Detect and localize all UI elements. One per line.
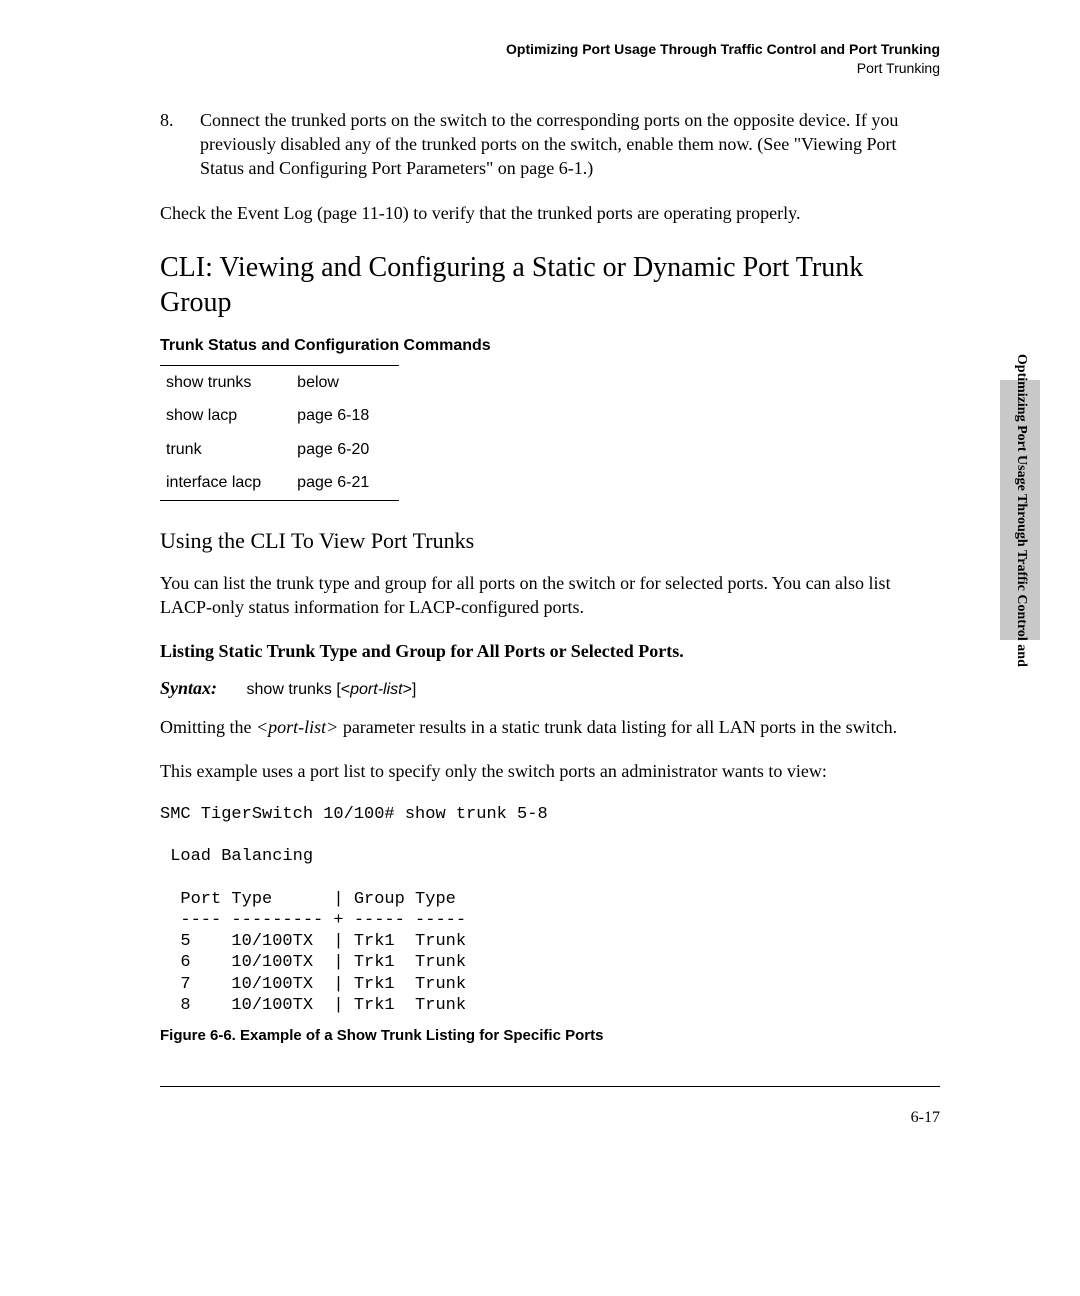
page-number: 6-17 bbox=[160, 1107, 940, 1129]
ref-cell: below bbox=[291, 365, 399, 399]
paragraph-eventlog: Check the Event Log (page 11-10) to veri… bbox=[160, 201, 940, 225]
paragraph-example: This example uses a port list to specify… bbox=[160, 759, 940, 783]
cmd-cell: show lacp bbox=[160, 399, 291, 433]
cmd-cell: show trunks bbox=[160, 365, 291, 399]
cli-output: SMC TigerSwitch 10/100# show trunk 5-8 L… bbox=[160, 804, 940, 1017]
syntax-line: Syntax: show trunks [<port-list>] bbox=[160, 676, 940, 701]
step-number: 8. bbox=[160, 108, 200, 181]
figure-caption: Figure 6-6. Example of a Show Trunk List… bbox=[160, 1026, 940, 1046]
table-row: interface lacp page 6-21 bbox=[160, 466, 399, 500]
syntax-command: show trunks [<port-list>] bbox=[247, 681, 417, 698]
table-row: show lacp page 6-18 bbox=[160, 399, 399, 433]
paragraph-listing: You can list the trunk type and group fo… bbox=[160, 571, 940, 620]
step-text: Connect the trunked ports on the switch … bbox=[200, 108, 940, 181]
bold-heading: Listing Static Trunk Type and Group for … bbox=[160, 639, 940, 663]
table-title: Trunk Status and Configuration Commands bbox=[160, 335, 940, 357]
paragraph-omitting: Omitting the <port-list> parameter resul… bbox=[160, 715, 940, 739]
side-tab: Optimizing Port Usage Through Traffic Co… bbox=[1000, 380, 1040, 640]
ref-cell: page 6-20 bbox=[291, 433, 399, 467]
command-table: show trunks below show lacp page 6-18 tr… bbox=[160, 365, 399, 501]
cmd-cell: interface lacp bbox=[160, 466, 291, 500]
step-8: 8. Connect the trunked ports on the swit… bbox=[160, 108, 940, 181]
header-title: Optimizing Port Usage Through Traffic Co… bbox=[160, 40, 940, 59]
ref-cell: page 6-21 bbox=[291, 466, 399, 500]
header-subtitle: Port Trunking bbox=[160, 59, 940, 78]
cmd-cell: trunk bbox=[160, 433, 291, 467]
footer-rule bbox=[160, 1086, 940, 1087]
section-heading: CLI: Viewing and Configuring a Static or… bbox=[160, 250, 940, 320]
table-row: show trunks below bbox=[160, 365, 399, 399]
side-tab-text: Optimizing Port Usage Through Traffic Co… bbox=[1012, 354, 1029, 667]
page-header: Optimizing Port Usage Through Traffic Co… bbox=[160, 40, 940, 78]
syntax-label: Syntax: bbox=[160, 678, 217, 698]
table-row: trunk page 6-20 bbox=[160, 433, 399, 467]
ref-cell: page 6-18 bbox=[291, 399, 399, 433]
subsection-heading: Using the CLI To View Port Trunks bbox=[160, 526, 940, 556]
